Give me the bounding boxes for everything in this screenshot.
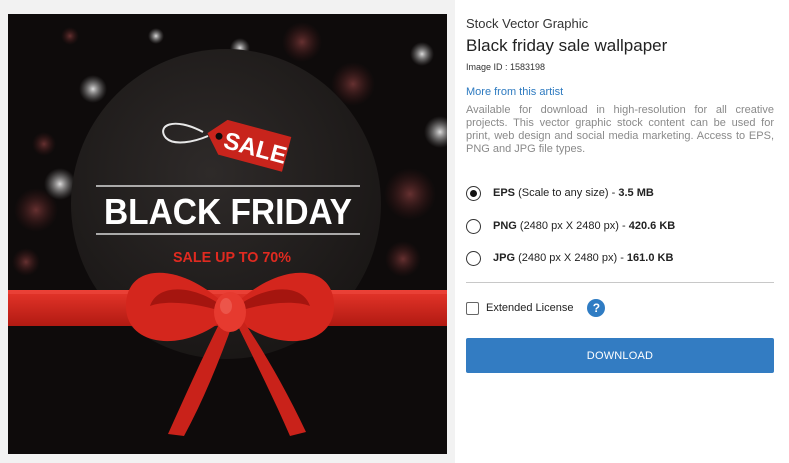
format-label-png: PNG (2480 px X 2480 px) - 420.6 KB [493, 220, 676, 232]
radio-button-eps[interactable] [466, 185, 481, 201]
format-option-png[interactable]: PNG (2480 px X 2480 px) - 420.6 KB [466, 216, 774, 236]
headline-text: BLACK FRIDAY [104, 191, 352, 232]
format-option-jpg[interactable]: JPG (2480 px X 2480 px) - 161.0 KB [466, 248, 774, 268]
radio-button-jpg[interactable] [466, 250, 481, 266]
extended-license-label[interactable]: Extended License [486, 302, 573, 314]
extended-license-checkbox[interactable] [466, 301, 479, 315]
artwork-panel: SALE BLACK FRIDAY SALE UP TO 70% [0, 0, 455, 463]
download-button[interactable]: DOWNLOAD [466, 338, 774, 373]
help-icon[interactable]: ? [587, 299, 606, 317]
radio-selected-dot [470, 189, 477, 197]
format-option-eps[interactable]: EPS (Scale to any size) - 3.5 MB [466, 183, 774, 203]
product-description: Available for download in high-resolutio… [466, 104, 774, 155]
divider [466, 282, 774, 283]
format-label-eps: EPS (Scale to any size) - 3.5 MB [493, 187, 654, 199]
more-from-artist-link[interactable]: More from this artist [466, 86, 563, 98]
format-label-jpg: JPG (2480 px X 2480 px) - 161.0 KB [493, 252, 674, 264]
subline-text: SALE UP TO 70% [173, 249, 291, 266]
page-title: Black friday sale wallpaper [466, 36, 668, 55]
extended-license-row: Extended License ? [466, 298, 606, 318]
image-id-label: Image ID : 1583198 [466, 62, 546, 72]
artwork-image: SALE BLACK FRIDAY SALE UP TO 70% [8, 14, 447, 454]
category-label: Stock Vector Graphic [466, 16, 589, 31]
black-friday-illustration: SALE BLACK FRIDAY SALE UP TO 70% [8, 14, 447, 454]
radio-button-png[interactable] [466, 218, 481, 234]
